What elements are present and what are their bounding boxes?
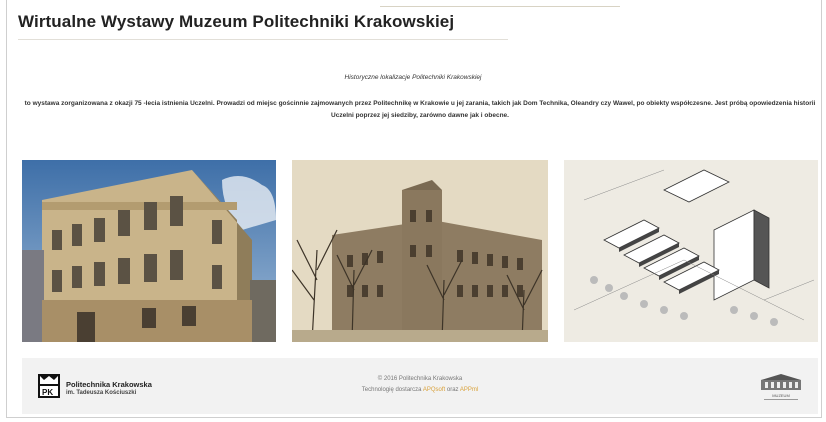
old-university-building-photo[interactable] bbox=[292, 160, 548, 342]
apqsoft-link[interactable]: APQsoft bbox=[423, 387, 445, 393]
historic-townhouse-photo[interactable] bbox=[22, 160, 276, 342]
campus-architectural-drawing[interactable] bbox=[564, 160, 818, 342]
appml-link[interactable]: APPml bbox=[460, 387, 478, 393]
exhibition-subtitle: Historyczne lokalizacje Politechniki Kra… bbox=[344, 74, 482, 81]
museum-logo-icon[interactable]: MUZEUM bbox=[756, 372, 806, 402]
exhibition-description: to wystawa zorganizowana z okazji 75 -le… bbox=[24, 100, 816, 119]
museum-label: MUZEUM bbox=[772, 393, 790, 398]
copyright-text: © 2016 Politechnika Krakowska bbox=[377, 376, 463, 382]
photo-gallery bbox=[22, 160, 818, 342]
page-footer: PK Politechnika Krakowska im. Tadeusza K… bbox=[22, 358, 818, 414]
tech-prefix: Technologię dostarcza bbox=[361, 387, 422, 393]
page-header: Wirtualne Wystawy Muzeum Politechniki Kr… bbox=[18, 10, 508, 40]
technology-credits: Technologię dostarcza APQsoft oraz APPml bbox=[22, 387, 818, 393]
top-divider bbox=[380, 6, 620, 7]
page-title: Wirtualne Wystawy Muzeum Politechniki Kr… bbox=[18, 12, 455, 31]
tech-middle: oraz bbox=[446, 387, 459, 393]
